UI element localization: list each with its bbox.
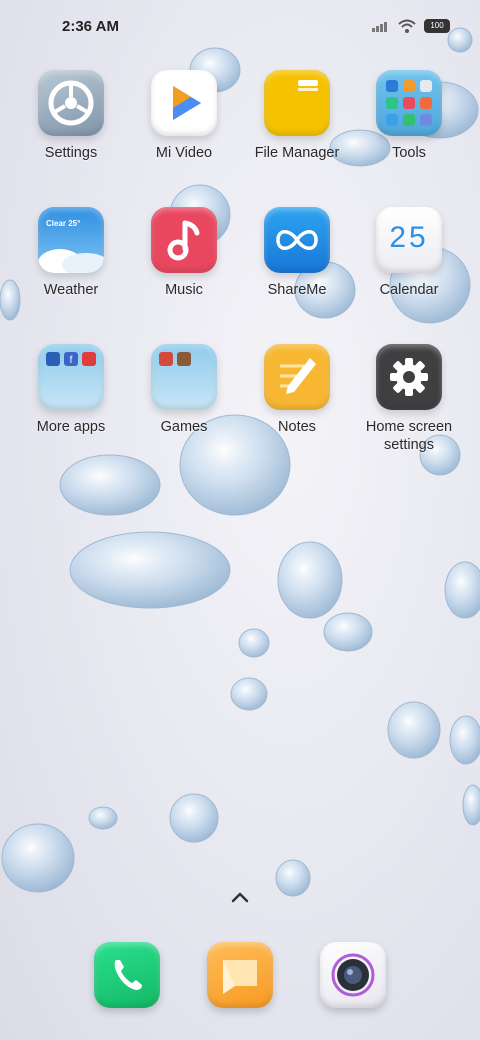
calendar-icon: 25 xyxy=(376,207,442,273)
notes-icon xyxy=(264,344,330,410)
app-label: Weather xyxy=(43,282,99,298)
app-label: Home screen settings xyxy=(365,419,453,453)
gear-icon xyxy=(38,70,104,136)
play-icon xyxy=(151,70,217,136)
message-icon[interactable] xyxy=(207,942,273,1008)
app-games[interactable]: Games xyxy=(129,344,239,436)
app-label: ShareMe xyxy=(267,282,327,298)
app-label: Games xyxy=(160,419,208,435)
app-label: More apps xyxy=(36,419,106,435)
tools-folder-icon xyxy=(376,70,442,136)
status-bar: 2:36 AM 100 xyxy=(0,0,480,56)
app-label: Tools xyxy=(392,145,426,161)
app-file-manager[interactable]: File Manager xyxy=(242,70,352,162)
app-settings[interactable]: Settings xyxy=(16,70,126,162)
music-note-icon xyxy=(151,207,217,273)
calendar-day: 25 xyxy=(389,221,429,254)
app-label: Calendar xyxy=(379,282,439,298)
camera-icon[interactable] xyxy=(320,942,386,1008)
status-icons: 100 xyxy=(372,19,450,33)
phone-icon[interactable] xyxy=(94,942,160,1008)
app-calendar[interactable]: 25 Calendar xyxy=(354,207,464,299)
app-home-screen-settings[interactable]: Home screen settings xyxy=(354,344,464,454)
folder-icon xyxy=(151,344,217,410)
battery-icon: 100 xyxy=(424,19,450,33)
app-notes[interactable]: Notes xyxy=(242,344,352,436)
settings-cog-icon xyxy=(376,344,442,410)
app-label: Notes xyxy=(278,419,316,435)
weather-icon: Clear 25° xyxy=(38,207,104,273)
app-label: Settings xyxy=(44,145,98,161)
folder-icon xyxy=(264,70,330,136)
app-shareme[interactable]: ShareMe xyxy=(242,207,352,299)
app-more-apps[interactable]: f More apps xyxy=(16,344,126,436)
status-time: 2:36 AM xyxy=(62,18,119,35)
battery-level: 100 xyxy=(430,21,444,30)
folder-icon: f xyxy=(38,344,104,410)
signal-icon xyxy=(372,22,387,32)
chevron-up-icon[interactable] xyxy=(229,890,251,904)
app-label: Music xyxy=(165,282,203,298)
app-mi-video[interactable]: Mi Video xyxy=(129,70,239,162)
svg-text:f: f xyxy=(70,355,73,366)
dock xyxy=(0,942,480,1010)
app-label: Mi Video xyxy=(155,145,213,161)
app-weather[interactable]: Clear 25° Weather xyxy=(16,207,126,299)
wifi-icon xyxy=(398,19,416,33)
app-tools[interactable]: Tools xyxy=(354,70,464,162)
infinity-icon xyxy=(264,207,330,273)
app-music[interactable]: Music xyxy=(129,207,239,299)
app-label: File Manager xyxy=(254,145,340,161)
